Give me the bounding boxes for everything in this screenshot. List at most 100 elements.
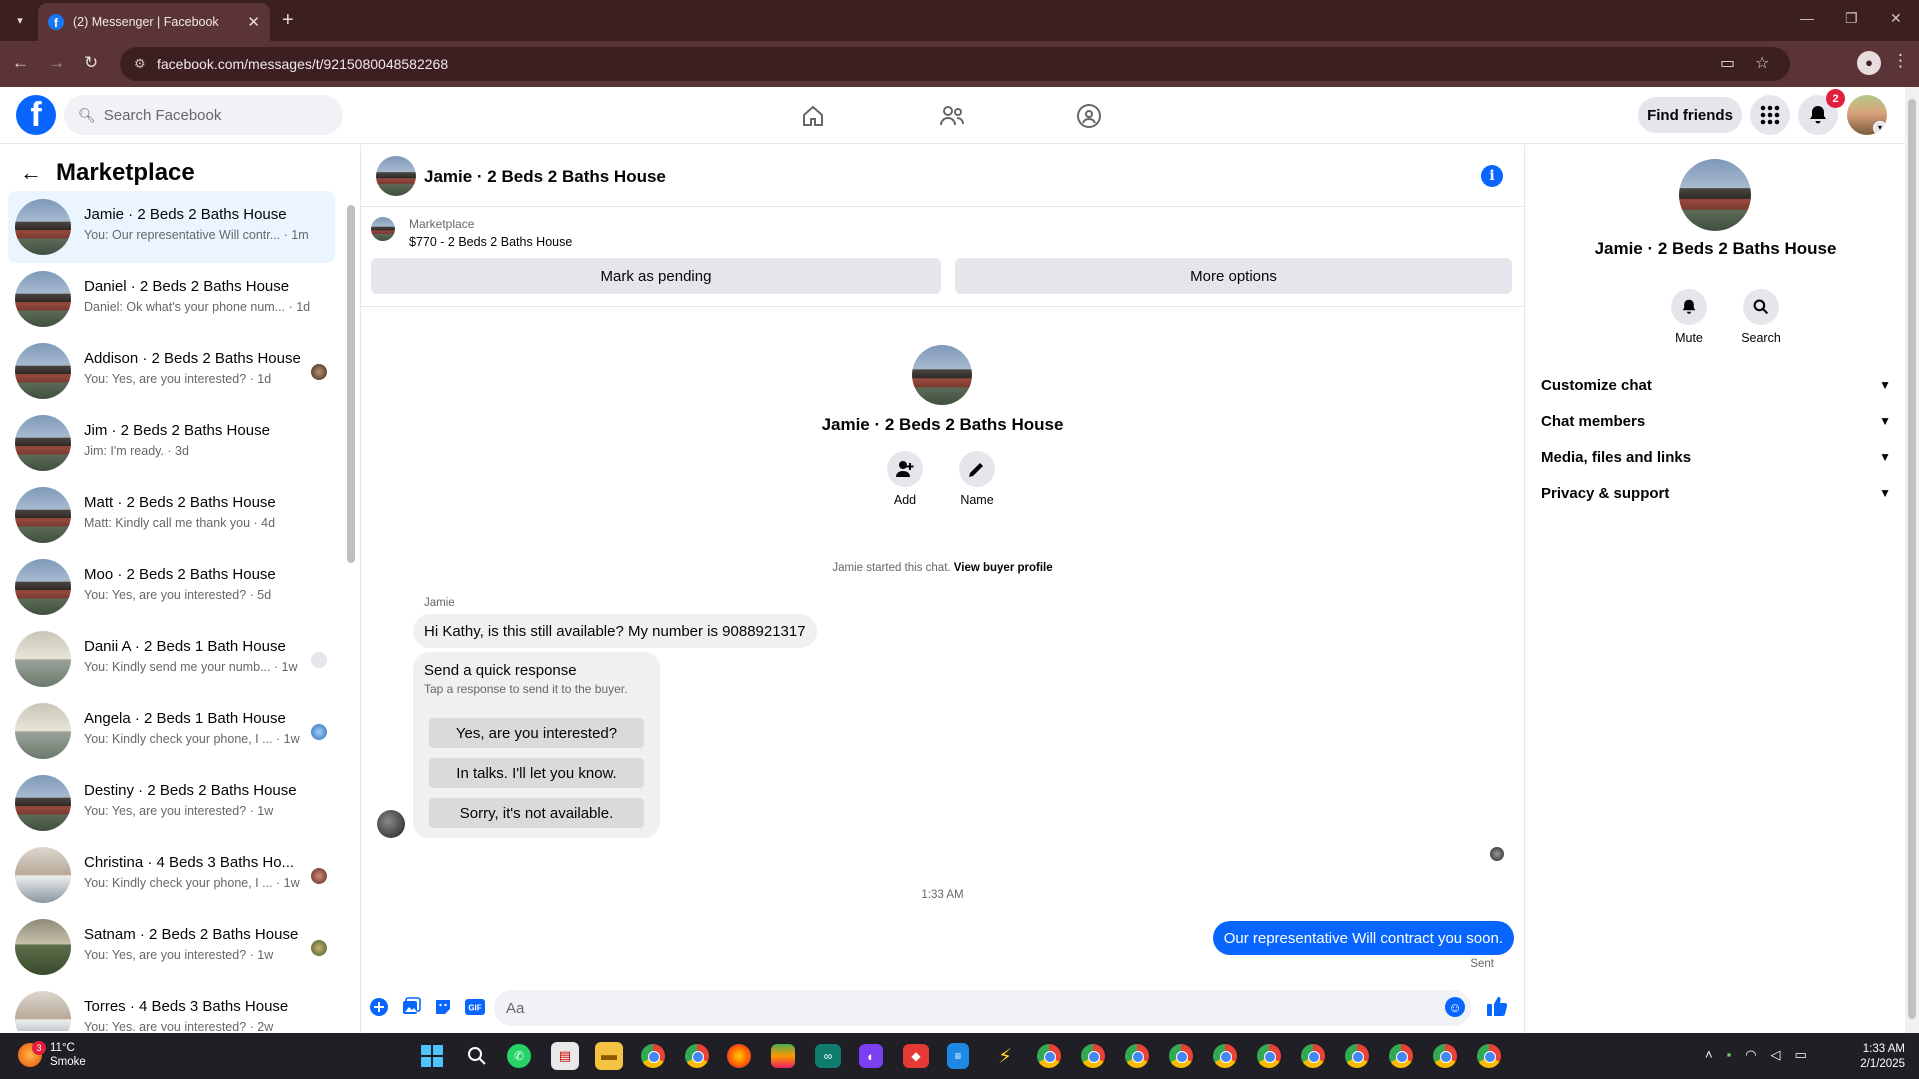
- file-explorer-icon[interactable]: ▬: [595, 1042, 623, 1070]
- name-action[interactable]: Name: [947, 451, 1007, 507]
- chrome-window-icon[interactable]: [1257, 1044, 1281, 1068]
- conversation-item[interactable]: Moo · 2 Beds 2 Baths House You: Yes, are…: [8, 551, 335, 623]
- chrome-window-icon[interactable]: [1125, 1044, 1149, 1068]
- emoji-icon[interactable]: ☺: [1445, 997, 1465, 1017]
- message-input[interactable]: Aa: [494, 990, 1471, 1026]
- attach-photo-icon[interactable]: [401, 997, 421, 1017]
- chrome-window-icon[interactable]: [1477, 1044, 1501, 1068]
- minimize-icon[interactable]: —: [1800, 10, 1814, 26]
- menu-grid-icon[interactable]: [1750, 95, 1790, 135]
- weather-widget[interactable]: 3 11°C Smoke: [18, 1041, 86, 1069]
- tab-search-chevron-icon[interactable]: ▾: [8, 8, 32, 32]
- facebook-logo-icon[interactable]: f: [16, 95, 56, 135]
- chrome-window-icon[interactable]: [1389, 1044, 1413, 1068]
- friends-icon[interactable]: [937, 101, 967, 131]
- plus-actions-icon[interactable]: [369, 997, 389, 1017]
- conversation-item[interactable]: Satnam · 2 Beds 2 Baths House You: Yes, …: [8, 911, 335, 983]
- chrome-profile-icon[interactable]: [641, 1044, 665, 1068]
- close-window-icon[interactable]: ✕: [1890, 10, 1902, 27]
- chat-members-row[interactable]: Chat members ▼: [1541, 403, 1891, 439]
- sticker-icon[interactable]: [433, 997, 453, 1017]
- bluestacks-icon[interactable]: [771, 1044, 795, 1068]
- notepad-app-icon[interactable]: ▤: [551, 1042, 579, 1070]
- chrome-window-icon[interactable]: [1081, 1044, 1105, 1068]
- browser-menu-icon[interactable]: ⋮: [1892, 51, 1909, 71]
- restore-icon[interactable]: ❐: [1845, 10, 1858, 27]
- address-bar[interactable]: ⚙ facebook.com/messages/t/92150800485822…: [120, 47, 1790, 81]
- page-scrollbar[interactable]: [1905, 87, 1919, 1033]
- url-text[interactable]: facebook.com/messages/t/9215080048582268: [157, 56, 448, 72]
- chrome-window-icon[interactable]: [1433, 1044, 1457, 1068]
- wifi-icon[interactable]: ◠: [1745, 1047, 1756, 1063]
- conversation-item[interactable]: Destiny · 2 Beds 2 Baths House You: Yes,…: [8, 767, 335, 839]
- listing-title[interactable]: $770 - 2 Beds 2 Baths House: [409, 235, 572, 249]
- media-app-icon[interactable]: ∞: [815, 1044, 841, 1068]
- outgoing-message-bubble[interactable]: Our representative Will contract you soo…: [1212, 921, 1514, 955]
- mark-as-pending-button[interactable]: Mark as pending: [371, 258, 941, 294]
- view-buyer-profile-link[interactable]: View buyer profile: [954, 562, 1053, 574]
- home-icon[interactable]: [798, 101, 828, 131]
- conversation-item[interactable]: Addison · 2 Beds 2 Baths House You: Yes,…: [8, 335, 335, 407]
- listing-thumbnail[interactable]: [371, 217, 395, 241]
- chat-title[interactable]: Jamie · 2 Beds 2 Baths House: [424, 167, 666, 187]
- conversation-item[interactable]: Angela · 2 Beds 1 Bath House You: Kindly…: [8, 695, 335, 767]
- taskbar-clock[interactable]: 1:33 AM 2/1/2025: [1845, 1042, 1905, 1072]
- scrollbar-thumb[interactable]: [347, 205, 355, 563]
- whatsapp-icon[interactable]: ✆: [507, 1044, 531, 1068]
- thumbs-up-icon[interactable]: [1486, 995, 1508, 1023]
- chrome-icon[interactable]: [685, 1044, 709, 1068]
- install-app-icon[interactable]: ▭: [1720, 53, 1735, 73]
- account-avatar[interactable]: ▾: [1847, 95, 1887, 135]
- quick-response-button[interactable]: In talks. I'll let you know.: [429, 758, 644, 788]
- quick-response-button[interactable]: Sorry, it's not available.: [429, 798, 644, 828]
- bookmark-star-icon[interactable]: ☆: [1755, 53, 1769, 73]
- firefox-icon[interactable]: [727, 1044, 751, 1068]
- search-in-chat-action[interactable]: Search: [1731, 289, 1791, 345]
- conversation-item[interactable]: Jim · 2 Beds 2 Baths House Jim: I'm read…: [8, 407, 335, 479]
- search-input[interactable]: 🔍︎ Search Facebook: [64, 95, 343, 135]
- conversation-item[interactable]: Christina · 4 Beds 3 Baths Ho... You: Ki…: [8, 839, 335, 911]
- chrome-window-icon[interactable]: [1345, 1044, 1369, 1068]
- info-icon[interactable]: i: [1481, 165, 1503, 187]
- chat-avatar[interactable]: [376, 156, 416, 196]
- red-app-icon[interactable]: ◆: [903, 1044, 929, 1068]
- add-action[interactable]: Add: [875, 451, 935, 507]
- conversation-item[interactable]: Danii A · 2 Beds 1 Bath House You: Kindl…: [8, 623, 335, 695]
- volume-icon[interactable]: ◁: [1771, 1047, 1781, 1063]
- chrome-window-icon[interactable]: [1213, 1044, 1237, 1068]
- details-avatar[interactable]: [1679, 159, 1751, 231]
- back-icon[interactable]: ←: [12, 51, 29, 75]
- customize-chat-row[interactable]: Customize chat ▼: [1541, 367, 1891, 403]
- inbox-scrollbar[interactable]: [345, 195, 357, 1031]
- tray-chevron-up-icon[interactable]: ˄: [1705, 1047, 1713, 1063]
- new-tab-icon[interactable]: +: [282, 8, 294, 32]
- reload-icon[interactable]: ↻: [84, 51, 98, 75]
- quick-response-button[interactable]: Yes, are you interested?: [429, 718, 644, 748]
- taskbar-search-icon[interactable]: [463, 1042, 491, 1070]
- close-tab-icon[interactable]: ✕: [247, 13, 260, 31]
- chrome-window-icon[interactable]: [1301, 1044, 1325, 1068]
- tray-app-icon[interactable]: ▪: [1727, 1047, 1732, 1063]
- purple-app-icon[interactable]: ◐: [859, 1044, 883, 1068]
- windows-start-icon[interactable]: [418, 1042, 446, 1070]
- bolt-app-icon[interactable]: ⚡: [991, 1042, 1019, 1070]
- buyer-avatar[interactable]: [377, 810, 405, 838]
- privacy-support-row[interactable]: Privacy & support ▼: [1541, 475, 1891, 511]
- find-friends-button[interactable]: Find friends: [1638, 97, 1742, 133]
- gif-icon[interactable]: GIF: [465, 997, 485, 1017]
- battery-icon[interactable]: ▭: [1795, 1047, 1807, 1063]
- chrome-window-icon[interactable]: [1037, 1044, 1061, 1068]
- forward-icon[interactable]: →: [48, 51, 65, 75]
- media-files-links-row[interactable]: Media, files and links ▼: [1541, 439, 1891, 475]
- site-info-icon[interactable]: ⚙: [134, 56, 146, 72]
- conversation-item[interactable]: Torres · 4 Beds 3 Baths House You: Yes, …: [8, 983, 335, 1031]
- incoming-message-bubble[interactable]: Hi Kathy, is this still available? My nu…: [413, 614, 817, 648]
- browser-tab[interactable]: f (2) Messenger | Facebook ✕: [38, 3, 270, 41]
- conversation-item[interactable]: Jamie · 2 Beds 2 Baths House You: Our re…: [8, 191, 335, 263]
- scrollbar-thumb[interactable]: [1908, 99, 1916, 1019]
- groups-icon[interactable]: [1074, 101, 1104, 131]
- mute-action[interactable]: Mute: [1659, 289, 1719, 345]
- browser-profile-icon[interactable]: ●: [1857, 51, 1881, 75]
- more-options-button[interactable]: More options: [955, 258, 1512, 294]
- chrome-window-icon[interactable]: [1169, 1044, 1193, 1068]
